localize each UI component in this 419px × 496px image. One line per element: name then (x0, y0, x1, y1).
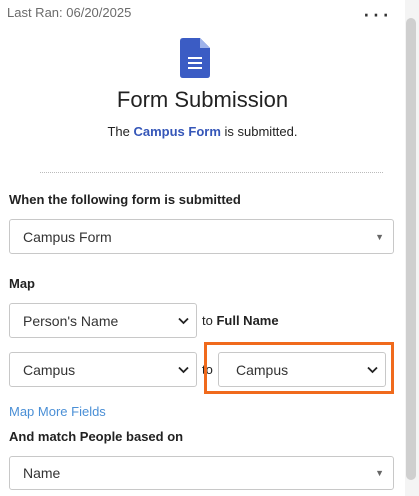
match-select-value: Name (23, 465, 61, 481)
subtitle-prefix: The (107, 124, 134, 139)
map-source-value-1: Person's Name (23, 312, 119, 329)
subtitle-suffix: is submitted. (220, 124, 298, 139)
form-select[interactable]: Campus Form ▼ (9, 219, 394, 254)
map-to-word-1: to (202, 313, 213, 328)
step-title: Form Submission (116, 87, 289, 112)
form-select-value: Campus Form (23, 228, 112, 245)
caret-down-icon: ▼ (375, 231, 384, 242)
match-select[interactable]: Name ▼ (9, 456, 394, 490)
last-ran-timestamp: Last Ran: 06/20/2025 (7, 5, 132, 20)
chevron-down-icon (178, 366, 189, 373)
document-icon (180, 38, 210, 78)
step-subtitle: The Campus Form is submitted. (0, 124, 405, 139)
map-more-fields-link[interactable]: Map More Fields (9, 404, 106, 419)
map-source-select-1[interactable]: Person's Name (9, 303, 197, 338)
divider (40, 172, 383, 173)
map-label: Map (9, 276, 35, 291)
chevron-down-icon (178, 317, 189, 324)
map-row-1-target: to Full Name (202, 313, 279, 328)
map-target-field-1: Full Name (216, 313, 279, 328)
match-label: And match People based on (9, 429, 184, 444)
more-dots-icon[interactable]: ··· (362, 0, 391, 26)
trigger-label: When the following form is submitted (9, 192, 241, 207)
map-source-value-2: Campus (23, 361, 76, 378)
highlight-box (204, 342, 394, 394)
caret-down-icon: ▼ (375, 468, 384, 478)
map-source-select-2[interactable]: Campus (9, 352, 197, 387)
subtitle-form-name: Campus Form (133, 124, 221, 139)
scrollbar-thumb[interactable] (406, 18, 416, 480)
workflow-step-panel: Last Ran: 06/20/2025 ··· Form Submission… (0, 0, 405, 496)
